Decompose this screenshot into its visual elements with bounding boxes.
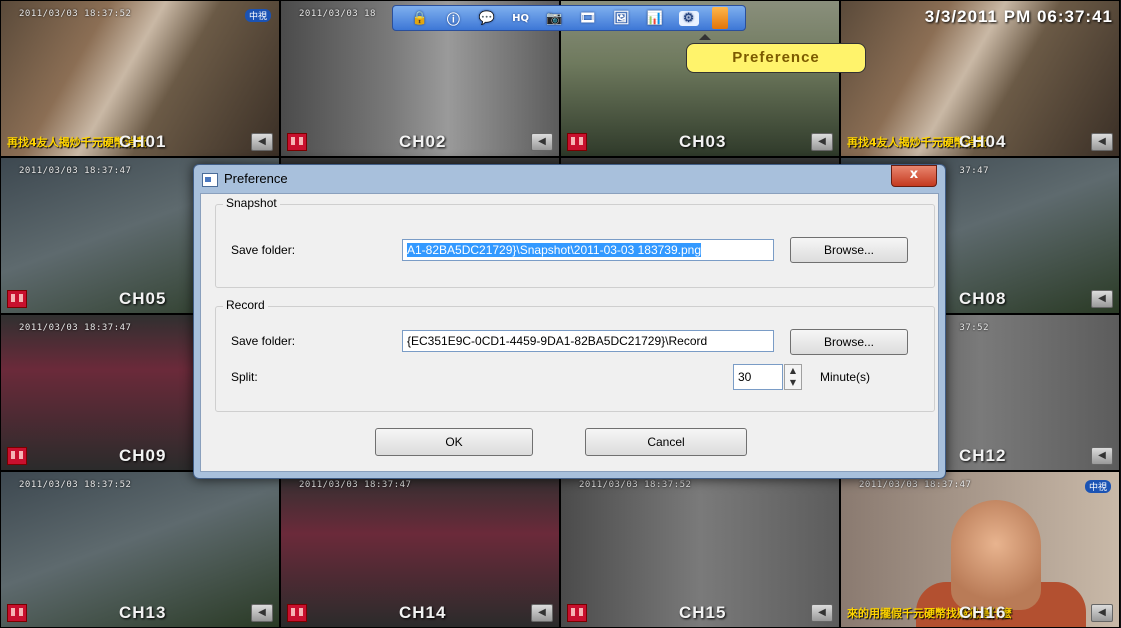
channel-label: CH08 (959, 289, 1007, 308)
channel-label: CH05 (119, 289, 167, 308)
close-button[interactable]: x (891, 165, 937, 187)
snapshot-folder-field[interactable]: A1-82BA5DC21729}\Snapshot\2011-03-03 183… (402, 239, 774, 261)
datetime-clock: 3/3/2011 PM 06:37:41 (924, 7, 1113, 26)
channel-label: CH01 (119, 132, 167, 151)
channel-label: CH09 (119, 446, 167, 465)
snapshot-group: Snapshot Save folder: A1-82BA5DC21729}\S… (215, 196, 935, 288)
channel-label: CH12 (959, 446, 1007, 465)
image-icon[interactable]: 🖼 (611, 11, 631, 26)
preference-icon[interactable]: ⚙ (678, 10, 699, 26)
timestamp: 2011/03/03 18:37:52 (19, 480, 132, 490)
record-browse-button[interactable]: Browse... (790, 329, 908, 355)
channel-label: CH15 (679, 603, 727, 622)
camera-tile-ch14[interactable]: 2011/03/03 18:37:47 CH14 ◀ (280, 471, 560, 628)
speaker-icon[interactable]: ◀ (531, 133, 553, 151)
channel-label: CH13 (119, 603, 167, 622)
speaker-icon[interactable]: ◀ (1091, 604, 1113, 622)
record-folder-field[interactable]: {EC351E9C-0CD1-4459-9DA1-82BA5DC21729}\R… (402, 330, 774, 352)
spin-down-icon[interactable]: ▼ (785, 377, 801, 389)
record-group: Record Save folder: {EC351E9C-0CD1-4459-… (215, 298, 935, 412)
speaker-icon[interactable]: ◀ (1091, 290, 1113, 308)
snapshot-folder-value: A1-82BA5DC21729}\Snapshot\2011-03-03 183… (407, 243, 702, 257)
person-face (951, 500, 1041, 610)
channel-label: CH04 (959, 132, 1007, 151)
speaker-icon[interactable]: ◀ (811, 604, 833, 622)
timestamp: 37:52 (959, 323, 989, 333)
record-icon (7, 604, 27, 622)
bar-chart-icon[interactable]: 📊 (645, 11, 665, 26)
toolbar-endcap (712, 7, 729, 29)
dialog-titlebar[interactable]: Preference x (194, 165, 945, 193)
record-folder-label: Save folder: (231, 334, 296, 348)
camera-tile-ch04[interactable]: 3/3/2011 PM 06:37:41 再找4友人揭炒千元硬幣消費 CH04 … (840, 0, 1120, 157)
timestamp: 2011/03/03 18 (299, 9, 376, 19)
spin-up-icon[interactable]: ▲ (785, 365, 801, 377)
split-label: Split: (231, 370, 258, 384)
split-spinner[interactable]: ▲ ▼ (784, 364, 802, 390)
channel-logo: 中視 (244, 9, 271, 22)
record-icon (287, 133, 307, 151)
lock-icon[interactable]: 🔒 (410, 11, 430, 26)
preference-tooltip: Preference (686, 34, 866, 73)
speaker-icon[interactable]: ◀ (811, 133, 833, 151)
timestamp: 2011/03/03 18:37:47 (19, 323, 132, 333)
speaker-icon[interactable]: ◀ (251, 604, 273, 622)
hq-icon[interactable]: HQ (511, 13, 531, 24)
speaker-icon[interactable]: ◀ (1091, 447, 1113, 465)
channel-label: CH02 (399, 132, 447, 151)
camera-tile-ch16[interactable]: 2011/03/03 18:37:47 中視 來的用擺假千元硬幣找疑犯是什麼 C… (840, 471, 1120, 628)
chat-icon[interactable]: 💬 (477, 11, 497, 26)
split-input[interactable]: 30 (733, 364, 783, 390)
preference-dialog: Preference x Snapshot Save folder: A1-82… (193, 164, 946, 479)
timestamp: 2011/03/03 18:37:52 (579, 480, 692, 490)
snapshot-legend: Snapshot (223, 196, 280, 210)
channel-logo: 中視 (1084, 480, 1111, 493)
camera-icon[interactable]: 📷 (544, 11, 564, 26)
dialog-body: Snapshot Save folder: A1-82BA5DC21729}\S… (200, 193, 939, 472)
info-icon[interactable]: ⓘ (443, 9, 463, 28)
timestamp: 2011/03/03 18:37:52 (19, 9, 132, 19)
window-icon (202, 173, 218, 187)
timestamp: 2011/03/03 18:37:47 (299, 480, 412, 490)
ok-button[interactable]: OK (375, 428, 533, 456)
cancel-button[interactable]: Cancel (585, 428, 747, 456)
split-unit-label: Minute(s) (820, 370, 871, 384)
record-icon (287, 604, 307, 622)
channel-label: CH14 (399, 603, 447, 622)
record-folder-value: {EC351E9C-0CD1-4459-9DA1-82BA5DC21729}\R… (407, 334, 708, 348)
timestamp: 2011/03/03 18:37:47 (859, 480, 972, 490)
camera-tile-ch13[interactable]: 2011/03/03 18:37:52 CH13 ◀ (0, 471, 280, 628)
channel-label: CH03 (679, 132, 727, 151)
record-icon (7, 290, 27, 308)
split-value: 30 (738, 370, 752, 384)
film-icon[interactable]: 🎞 (578, 11, 598, 26)
snapshot-browse-button[interactable]: Browse... (790, 237, 908, 263)
camera-tile-ch01[interactable]: 2011/03/03 18:37:52 中視 再找4友人揭炒千元硬幣消費 CH0… (0, 0, 280, 157)
speaker-icon[interactable]: ◀ (531, 604, 553, 622)
record-icon (567, 133, 587, 151)
channel-label: CH16 (959, 603, 1007, 622)
timestamp: 2011/03/03 18:37:47 (19, 166, 132, 176)
camera-tile-ch15[interactable]: 2011/03/03 18:37:52 CH15 ◀ (560, 471, 840, 628)
timestamp: 37:47 (959, 166, 989, 176)
record-icon (7, 447, 27, 465)
top-toolbar: 🔒 ⓘ 💬 HQ 📷 🎞 🖼 📊 ⚙ (392, 5, 746, 31)
snapshot-folder-label: Save folder: (231, 243, 296, 257)
speaker-icon[interactable]: ◀ (251, 133, 273, 151)
speaker-icon[interactable]: ◀ (1091, 133, 1113, 151)
record-icon (567, 604, 587, 622)
record-legend: Record (223, 298, 268, 312)
dialog-title: Preference (224, 171, 288, 186)
